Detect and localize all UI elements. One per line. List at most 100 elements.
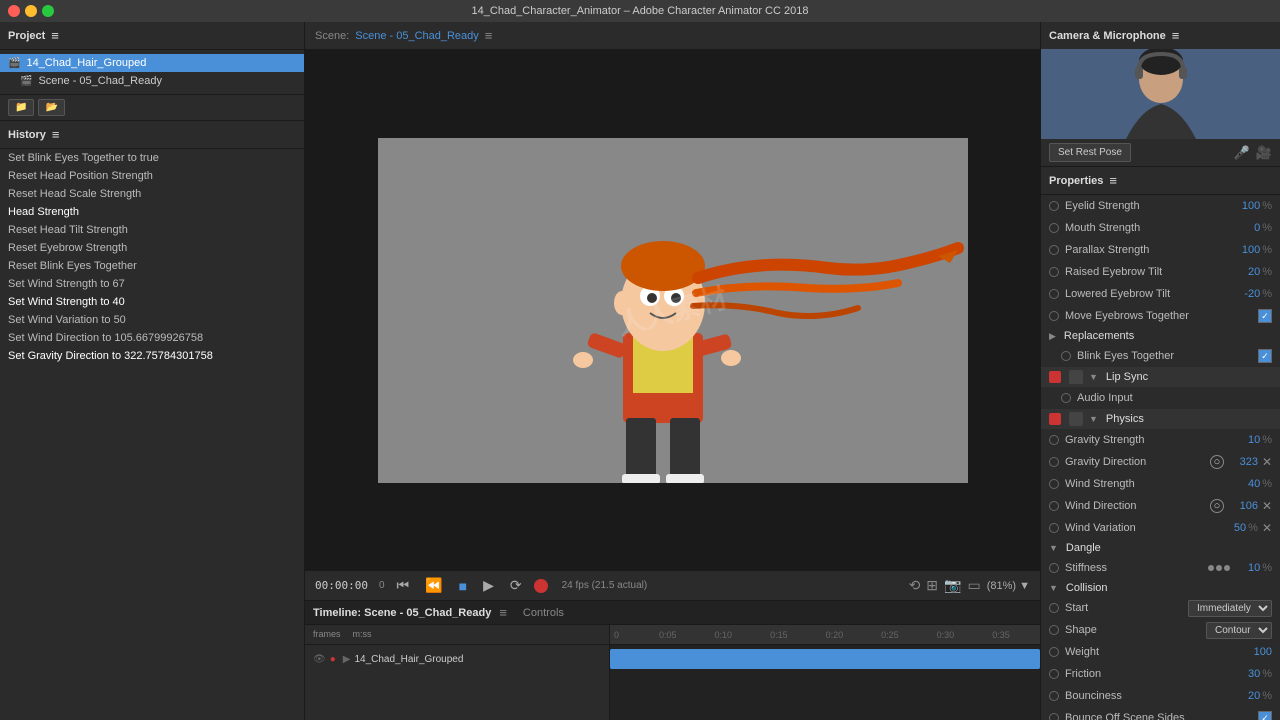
maximize-button[interactable] — [42, 5, 54, 17]
properties-menu-icon[interactable]: ≡ — [1109, 173, 1117, 188]
prop-radio[interactable] — [1049, 713, 1059, 720]
scene-name[interactable]: Scene - 05_Chad_Ready — [355, 30, 479, 42]
list-item[interactable]: Set Wind Direction to 105.66799926758 — [0, 329, 304, 347]
lip-sync-section-header[interactable]: ▼ Lip Sync — [1041, 367, 1280, 387]
prop-radio[interactable] — [1049, 669, 1059, 679]
collision-shape-select[interactable]: Contour — [1206, 622, 1272, 639]
prop-value[interactable]: 100 — [1242, 646, 1272, 658]
remove-gravity-direction-button[interactable]: ✕ — [1262, 455, 1272, 469]
project-item-scene[interactable]: 🎬 Scene - 05_Chad_Ready — [0, 72, 304, 90]
remove-wind-direction-button[interactable]: ✕ — [1262, 499, 1272, 513]
reset-view-button[interactable]: ⟲ — [909, 577, 921, 594]
prop-checkbox[interactable]: ✓ — [1258, 309, 1272, 323]
physics-section-header[interactable]: ▼ Physics — [1041, 409, 1280, 429]
project-item-hair[interactable]: 🎬 14_Chad_Hair_Grouped — [0, 54, 304, 72]
prop-value[interactable]: 323 — [1228, 456, 1258, 468]
history-menu-icon[interactable]: ≡ — [52, 127, 60, 142]
prop-radio[interactable] — [1049, 479, 1059, 489]
prop-radio[interactable] — [1049, 625, 1059, 635]
collision-section-header[interactable]: ▼ Collision — [1041, 579, 1280, 597]
prop-value[interactable]: 10 — [1230, 434, 1260, 446]
replacements-section-header[interactable]: ▶ Replacements — [1041, 327, 1280, 345]
minimize-button[interactable] — [25, 5, 37, 17]
gravity-direction-dial[interactable]: ○ — [1210, 455, 1224, 469]
list-item[interactable]: Set Blink Eyes Together to true — [0, 149, 304, 167]
prop-radio[interactable] — [1049, 267, 1059, 277]
dangle-section-header[interactable]: ▼ Dangle — [1041, 539, 1280, 557]
prop-radio[interactable] — [1049, 435, 1059, 445]
prop-radio[interactable] — [1061, 393, 1071, 403]
track-label-hair[interactable]: 👁 ● ▶ 14_Chad_Hair_Grouped — [305, 645, 609, 673]
prop-value[interactable]: 100 — [1230, 200, 1260, 212]
prop-radio[interactable] — [1049, 563, 1059, 573]
timeline-menu-icon[interactable]: ≡ — [499, 605, 507, 620]
list-item-set-gravity[interactable]: Set Gravity Direction to 322.75784301758 — [0, 347, 304, 365]
prop-radio[interactable] — [1049, 647, 1059, 657]
list-item[interactable]: Set Wind Strength to 67 — [0, 275, 304, 293]
import-button[interactable]: 📂 — [38, 99, 64, 116]
track-visibility-button[interactable]: 👁 — [313, 654, 326, 665]
prop-value[interactable]: 0 — [1230, 222, 1260, 234]
list-item-set-wind-40[interactable]: Set Wind Strength to 40 — [0, 293, 304, 311]
scene-menu-icon[interactable]: ≡ — [485, 28, 493, 43]
prop-radio[interactable] — [1049, 457, 1059, 467]
prop-value[interactable]: 106 — [1228, 500, 1258, 512]
chevron-down-icon: ▼ — [1049, 583, 1058, 593]
prop-value[interactable]: 100 — [1230, 244, 1260, 256]
prop-radio[interactable] — [1049, 501, 1059, 511]
play-button[interactable]: ▶ — [479, 575, 498, 596]
prop-mouth-strength: Mouth Strength 0 % — [1041, 217, 1280, 239]
microphone-icon[interactable]: 🎤 — [1234, 145, 1250, 161]
ruler-mark: 0:20 — [826, 630, 844, 640]
prop-value[interactable]: 20 — [1230, 266, 1260, 278]
camera-view-button[interactable]: 📷 — [944, 577, 961, 594]
controls-label[interactable]: Controls — [523, 607, 564, 619]
list-item[interactable]: Reset Eyebrow Strength — [0, 239, 304, 257]
remove-wind-variation-button[interactable]: ✕ — [1262, 521, 1272, 535]
record-button[interactable] — [534, 579, 548, 593]
prop-checkbox[interactable]: ✓ — [1258, 711, 1272, 720]
list-item[interactable]: Reset Head Tilt Strength — [0, 221, 304, 239]
track-bar[interactable] — [610, 649, 1040, 669]
loop-button[interactable]: ⟳ — [506, 575, 526, 596]
list-item[interactable]: Head Strength — [0, 203, 304, 221]
new-folder-button[interactable]: 📁 — [8, 99, 34, 116]
timeline-tracks[interactable] — [610, 645, 1040, 673]
prop-unit: % — [1262, 434, 1272, 446]
collision-start-select[interactable]: Immediately — [1188, 600, 1272, 617]
prop-radio[interactable] — [1049, 245, 1059, 255]
prop-value[interactable]: 40 — [1230, 478, 1260, 490]
prop-radio[interactable] — [1049, 223, 1059, 233]
prop-radio[interactable] — [1049, 603, 1059, 613]
list-item[interactable]: Reset Blink Eyes Together — [0, 257, 304, 275]
camera-icon[interactable]: 🎥 — [1256, 145, 1272, 161]
prop-value[interactable]: 20 — [1230, 690, 1260, 702]
prop-radio[interactable] — [1049, 691, 1059, 701]
track-expand-button[interactable]: ▶ — [343, 654, 351, 665]
wind-direction-dial[interactable]: ○ — [1210, 499, 1224, 513]
lip-sync-visibility-icon[interactable] — [1069, 370, 1083, 384]
physics-visibility-icon[interactable] — [1069, 412, 1083, 426]
prop-value[interactable]: 30 — [1230, 668, 1260, 680]
project-menu-icon[interactable]: ≡ — [51, 28, 59, 43]
prop-radio[interactable] — [1061, 351, 1071, 361]
skip-start-button[interactable]: ⏮ — [393, 575, 414, 596]
set-rest-pose-button[interactable]: Set Rest Pose — [1049, 143, 1131, 162]
prop-radio[interactable] — [1049, 289, 1059, 299]
list-item[interactable]: Reset Head Scale Strength — [0, 185, 304, 203]
fit-view-button[interactable]: ⊞ — [926, 577, 938, 594]
close-button[interactable] — [8, 5, 20, 17]
prop-radio[interactable] — [1049, 523, 1059, 533]
prop-radio[interactable] — [1049, 201, 1059, 211]
prop-checkbox[interactable]: ✓ — [1258, 349, 1272, 363]
step-back-button[interactable]: ⏪ — [421, 575, 446, 596]
prop-value[interactable]: 50 — [1216, 522, 1246, 534]
prop-value[interactable]: 10 — [1230, 562, 1260, 574]
aspect-button[interactable]: ▭ — [967, 577, 980, 594]
list-item[interactable]: Reset Head Position Strength — [0, 167, 304, 185]
prop-value[interactable]: -20 — [1230, 288, 1260, 300]
prop-radio[interactable] — [1049, 311, 1059, 321]
list-item[interactable]: Set Wind Variation to 50 — [0, 311, 304, 329]
camera-menu-icon[interactable]: ≡ — [1172, 28, 1180, 43]
stop-button[interactable]: ■ — [455, 576, 471, 596]
